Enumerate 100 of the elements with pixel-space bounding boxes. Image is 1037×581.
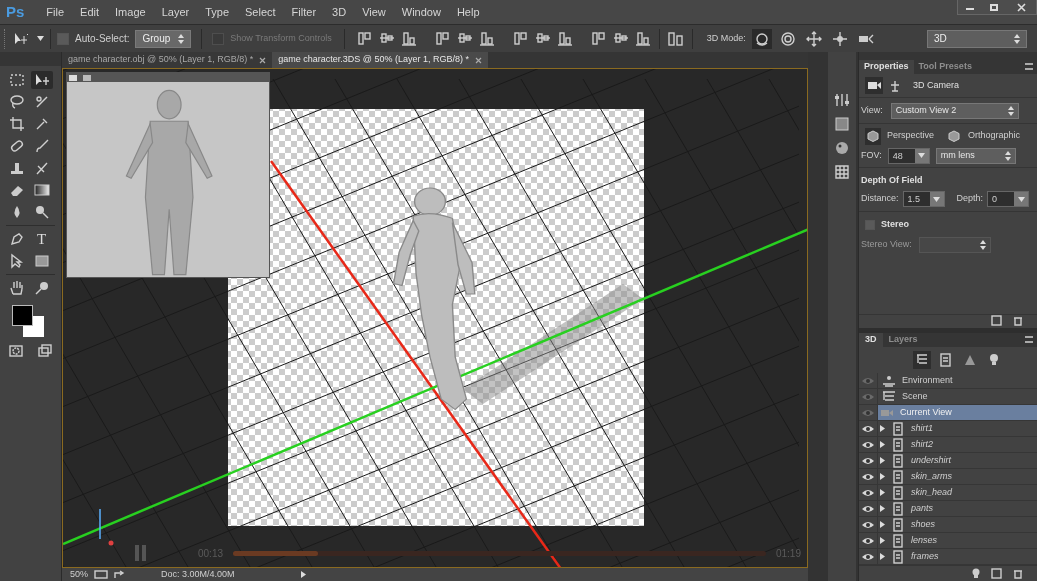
quick-mask-icon[interactable] (8, 343, 24, 359)
panel-menu-icon[interactable] (1025, 336, 1033, 343)
depth-field[interactable]: 0 (987, 191, 1030, 207)
align-icon[interactable] (556, 30, 573, 47)
align-icon[interactable] (590, 30, 607, 47)
layer-row[interactable]: Current View (878, 405, 1037, 420)
checkbox[interactable] (57, 32, 69, 45)
adjustment-icon[interactable] (834, 92, 850, 108)
foreground-color-swatch[interactable] (12, 305, 33, 326)
expand-triangle-icon[interactable] (880, 553, 885, 560)
layer-row[interactable]: shirt2 (878, 437, 1037, 452)
option-label: 3D Mode: (706, 31, 746, 45)
expand-triangle-icon[interactable] (880, 473, 885, 480)
menu-item[interactable]: Filter (283, 3, 325, 21)
projection-button[interactable]: Perspective (865, 127, 939, 145)
tool-button[interactable]: T (30, 230, 53, 248)
expand-triangle-icon[interactable] (880, 425, 885, 432)
menu-item[interactable]: Edit (72, 3, 108, 21)
expand-triangle-icon[interactable] (880, 537, 885, 544)
layer-row[interactable]: shirt1 (878, 421, 1037, 436)
eye-icon[interactable] (861, 535, 875, 546)
trash-icon[interactable] (1012, 568, 1023, 579)
menu-item[interactable]: 3D (324, 3, 355, 21)
menu-item[interactable]: Select (237, 3, 284, 21)
new-icon[interactable] (991, 315, 1002, 326)
menu-item[interactable]: Window (393, 3, 449, 21)
export-icon[interactable] (114, 570, 125, 579)
checkbox[interactable] (865, 219, 875, 230)
expand-triangle-icon[interactable] (880, 521, 885, 528)
panel-tab[interactable]: Tool Presets (913, 60, 977, 74)
expand-triangle-icon[interactable] (880, 441, 885, 448)
fov-field[interactable]: 48 (887, 147, 930, 164)
screen-mode-icon[interactable] (37, 343, 53, 359)
layer-row[interactable]: skin_arms (878, 469, 1037, 484)
stamp-icon (9, 160, 25, 176)
layer-row[interactable]: skin_head (878, 485, 1037, 500)
menu-item[interactable]: Type (197, 3, 238, 21)
caret-icon[interactable] (37, 36, 44, 41)
layer-row[interactable]: frames (878, 549, 1037, 564)
layer-row[interactable]: undershirt (878, 453, 1037, 468)
align-icon[interactable] (634, 30, 651, 47)
trash-icon[interactable] (1012, 315, 1023, 326)
stereo-view-dropdown[interactable] (919, 236, 991, 253)
align-icon[interactable] (400, 30, 417, 47)
align-icon[interactable] (434, 30, 451, 47)
eye-icon[interactable] (861, 423, 875, 434)
align-icon[interactable] (478, 30, 495, 47)
menu-item[interactable]: View (354, 3, 394, 21)
video-camera-icon[interactable] (867, 79, 881, 92)
eye-icon[interactable] (861, 503, 875, 514)
light-bulb-icon[interactable] (971, 568, 981, 579)
menu-item[interactable]: Image (107, 3, 154, 21)
eye-icon[interactable] (861, 455, 875, 466)
progress-track[interactable] (233, 550, 766, 556)
eye-icon[interactable] (861, 519, 875, 530)
expand-arrow-icon[interactable] (300, 571, 306, 578)
status-icon[interactable] (94, 570, 108, 579)
projection-button[interactable]: Orthographic (946, 127, 1025, 145)
expand-triangle-icon[interactable] (880, 457, 885, 464)
distribute-icon[interactable] (667, 30, 684, 47)
distance-field[interactable]: 1.5 (902, 191, 945, 207)
layer-name: undershirt (911, 453, 952, 467)
align-icon[interactable] (356, 30, 373, 47)
paint-palette-icon[interactable] (834, 140, 850, 156)
tool-button[interactable] (30, 71, 53, 89)
scene-tree-icon[interactable] (889, 79, 901, 92)
roll-icon (779, 30, 796, 47)
eye-icon[interactable] (861, 551, 875, 562)
align-icon[interactable] (512, 30, 529, 47)
expand-triangle-icon[interactable] (880, 489, 885, 496)
grid-icon[interactable] (834, 164, 850, 180)
section-title: Depth Of Field (861, 175, 923, 185)
new-icon[interactable] (991, 568, 1002, 579)
layer-row[interactable]: Scene (878, 389, 1037, 404)
menu-item[interactable]: Help (448, 3, 488, 21)
workspace-dropdown[interactable]: 3D (927, 29, 1027, 48)
expand-triangle-icon[interactable] (880, 505, 885, 512)
layer-row[interactable]: pants (878, 501, 1037, 516)
eye-icon[interactable] (861, 439, 875, 450)
3d-mode-button[interactable] (751, 28, 772, 49)
lens-dropdown[interactable]: mm lens (935, 147, 1016, 164)
view-dropdown[interactable]: Custom View 2 (890, 102, 1019, 119)
panel-tab[interactable]: Layers (882, 333, 924, 347)
background-color-swatch[interactable] (23, 316, 44, 337)
group-dropdown[interactable]: Group (135, 29, 192, 48)
menu-item[interactable]: File (38, 3, 73, 21)
panel-menu-icon[interactable] (1025, 63, 1033, 70)
document-tab[interactable]: game character.3DS @ 50% (Layer 1, RGB/8) * (272, 52, 488, 68)
filter-button[interactable] (913, 351, 931, 369)
close-icon[interactable] (259, 56, 267, 64)
eye-icon[interactable] (861, 487, 875, 498)
layer-row[interactable]: lenses (878, 533, 1037, 548)
eye-icon[interactable] (861, 471, 875, 482)
menu-item[interactable]: Layer (153, 3, 198, 21)
light-bulb-icon (987, 353, 1001, 367)
close-icon[interactable] (474, 56, 482, 64)
layer-row[interactable]: shoes (878, 517, 1037, 532)
panel-tab[interactable]: 3D (859, 333, 883, 347)
panel-tab[interactable]: Properties (859, 60, 914, 74)
layer-row[interactable]: Environment (878, 373, 1037, 388)
